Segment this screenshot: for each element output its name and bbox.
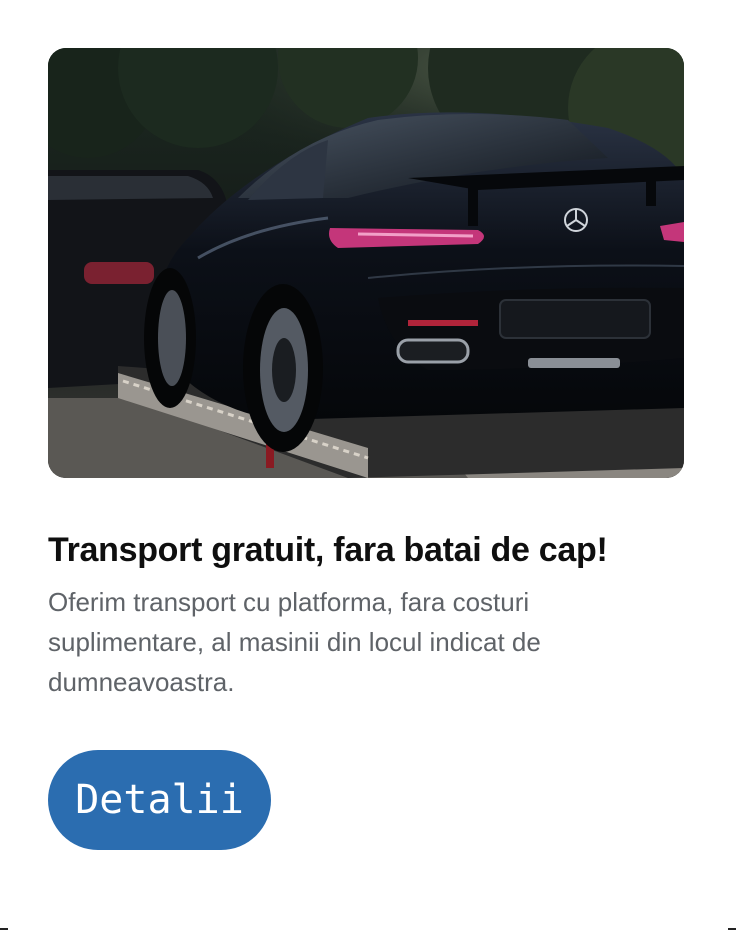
service-card: Transport gratuit, fara batai de cap! Of… [48,48,684,850]
card-description: Oferim transport cu platforma, fara cost… [48,587,541,697]
car-illustration [48,48,684,478]
car-transport-image [48,48,684,478]
card-title: Transport gratuit, fara batai de cap! [48,531,608,569]
details-button[interactable]: Detalii [48,750,271,850]
